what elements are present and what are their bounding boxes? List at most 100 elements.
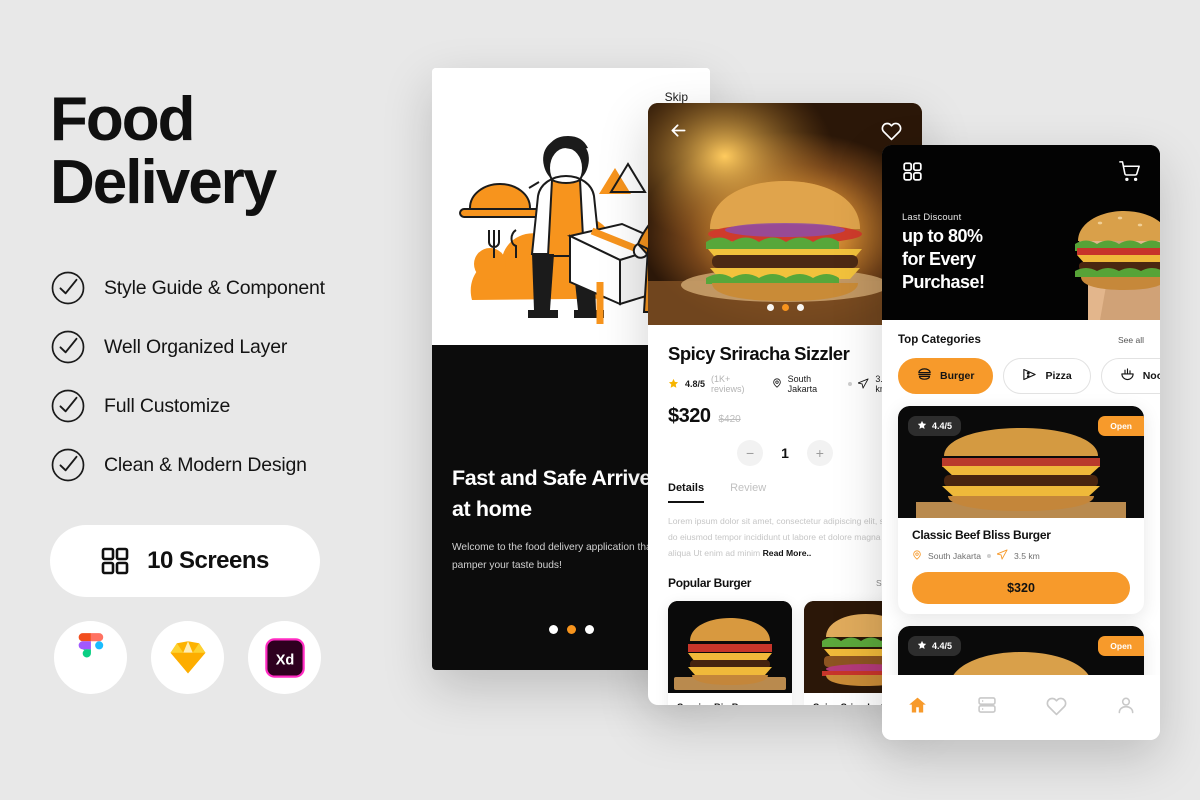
promo-headline: up to 80% for Every Purchase!	[902, 226, 985, 293]
shopping-cart-icon[interactable]	[1119, 161, 1140, 187]
check-circle-icon	[50, 270, 86, 306]
adobe-xd-icon: Xd	[248, 621, 321, 695]
top-categories-title: Top Categories	[898, 334, 981, 346]
arrow-left-icon[interactable]	[668, 120, 689, 146]
figma-icon	[54, 621, 127, 695]
star-icon	[668, 378, 679, 391]
list-item: Full Customize	[50, 388, 430, 424]
rating-value: 4.4/5	[932, 641, 953, 651]
phone-mockup-home: Last Discount up to 80% for Every Purcha…	[882, 145, 1160, 740]
navigation-arrow-icon	[857, 377, 869, 391]
product-price: $320	[668, 405, 711, 427]
page-title: Food Delivery	[50, 85, 277, 218]
restaurant-card[interactable]: 4.4/5 Open Classic Beef Bliss Burger Sou…	[898, 406, 1144, 614]
check-circle-icon	[50, 388, 86, 424]
detail-tabs[interactable]: Details Review	[668, 482, 902, 503]
home-icon[interactable]	[907, 695, 928, 721]
separator-dot	[987, 553, 992, 558]
read-more-link[interactable]: Read More..	[763, 548, 812, 558]
product-thumbnail	[668, 600, 792, 693]
distance-label: 3.5 km	[1014, 550, 1040, 561]
separator-dot	[848, 382, 853, 386]
heart-icon[interactable]	[881, 120, 902, 146]
grid-icon	[101, 547, 129, 575]
list-item: Style Guide & Component	[50, 270, 430, 306]
quantity-value: 1	[781, 445, 789, 461]
price-button[interactable]: $320	[912, 572, 1130, 604]
categories-see-all-link[interactable]: See all	[1118, 335, 1144, 345]
category-chip-pizza[interactable]: Pizza	[1003, 358, 1091, 394]
increment-button[interactable]: +	[806, 440, 833, 466]
star-icon	[917, 640, 927, 652]
pizza-slice-icon	[1022, 367, 1037, 385]
restaurant-image: 4.4/5 Open	[898, 406, 1144, 518]
location-label: South Jakarta	[787, 374, 818, 394]
rating-value: 4.8/5	[685, 379, 706, 389]
category-label: Noodle	[1142, 370, 1160, 382]
feature-list: Style Guide & Component Well Organized L…	[50, 270, 430, 483]
check-circle-icon	[50, 329, 86, 365]
product-name: Sunrise Big Burger	[677, 701, 783, 705]
bottom-navigation-bar	[882, 675, 1160, 740]
pagination-dot-active[interactable]	[566, 625, 576, 634]
feature-label: Well Organized Layer	[104, 335, 288, 358]
poster-canvas: Food Delivery Style Guide & Component We…	[0, 0, 1200, 800]
decrement-button[interactable]: −	[737, 440, 764, 466]
location-label: South Jakarta	[928, 550, 982, 561]
pagination-dot[interactable]	[796, 304, 804, 311]
home-top-bar	[882, 161, 1160, 187]
status-badge: Open	[1098, 416, 1144, 436]
rating-badge: 4.4/5	[908, 636, 962, 656]
noodle-bowl-icon	[1120, 367, 1135, 385]
phone-mockup-detail: Spicy Sriracha Sizzler 4.8/5 (1K+ review…	[648, 103, 922, 705]
list-item: Well Organized Layer	[50, 329, 430, 365]
restaurant-name: Classic Beef Bliss Burger	[912, 528, 1051, 542]
product-old-price: $420	[718, 414, 741, 425]
reviews-count: (1K+ reviews)	[711, 374, 745, 394]
sketch-icon	[151, 621, 224, 695]
product-description: Lorem ipsum dolor sit amet, consectetur …	[668, 514, 902, 562]
popular-burger-list: Sunrise Big Burger $320 $420	[668, 600, 922, 705]
pagination-dot[interactable]	[584, 625, 594, 634]
rating-badge: 4.4/5	[908, 416, 962, 436]
promo-banner-text: Last Discount up to 80% for Every Purcha…	[902, 211, 985, 294]
user-icon[interactable]	[1116, 695, 1136, 720]
restaurant-meta: South Jakarta 3.5 km	[912, 549, 1130, 562]
left-info-panel: Food Delivery Style Guide & Component We…	[50, 85, 430, 695]
hero-pagination-dots[interactable]	[648, 304, 922, 311]
orders-icon[interactable]	[977, 695, 997, 720]
product-meta: 4.8/5 (1K+ reviews) South Jakarta 3.5 km	[668, 374, 902, 394]
tab-details[interactable]: Details	[668, 482, 705, 503]
category-chip-noodle[interactable]: Noodle	[1100, 358, 1160, 394]
top-categories-header: Top Categories See all	[898, 334, 1144, 346]
promo-banner[interactable]: Last Discount up to 80% for Every Purcha…	[882, 145, 1160, 320]
tool-icon-list: Xd	[50, 621, 430, 695]
pagination-dot[interactable]	[548, 625, 558, 634]
feature-label: Full Customize	[104, 394, 231, 417]
feature-label: Clean & Modern Design	[104, 453, 307, 476]
location-pin-icon	[912, 550, 922, 562]
product-title: Spicy Sriracha Sizzler	[668, 343, 850, 364]
pagination-dot-active[interactable]	[781, 304, 789, 311]
skip-button[interactable]: Skip	[665, 90, 688, 104]
heart-icon[interactable]	[1046, 695, 1067, 721]
list-item[interactable]: Sunrise Big Burger $320 $420	[668, 600, 792, 705]
category-chip-list: Burger Pizza Noo	[898, 358, 1160, 394]
promo-eyebrow: Last Discount	[902, 211, 962, 222]
category-chip-burger[interactable]: Burger	[898, 358, 994, 394]
detail-top-bar	[648, 103, 922, 163]
screens-count-badge: 10 Screens	[50, 525, 320, 598]
quantity-stepper[interactable]: − 1 +	[668, 440, 902, 466]
pagination-dot[interactable]	[766, 304, 774, 311]
detail-body: Spicy Sriracha Sizzler 4.8/5 (1K+ review…	[648, 325, 922, 705]
popular-burger-header: Popular Burger See all	[668, 576, 902, 590]
price-row: $320 $420	[668, 405, 902, 428]
tab-review[interactable]: Review	[730, 482, 766, 503]
list-item: Clean & Modern Design	[50, 447, 430, 483]
popular-burger-title: Popular Burger	[668, 575, 752, 590]
status-badge: Open	[1098, 636, 1144, 656]
check-circle-icon	[50, 447, 86, 483]
star-icon	[917, 420, 927, 432]
screens-count-label: 10 Screens	[147, 547, 269, 575]
grid-menu-icon[interactable]	[902, 161, 923, 187]
